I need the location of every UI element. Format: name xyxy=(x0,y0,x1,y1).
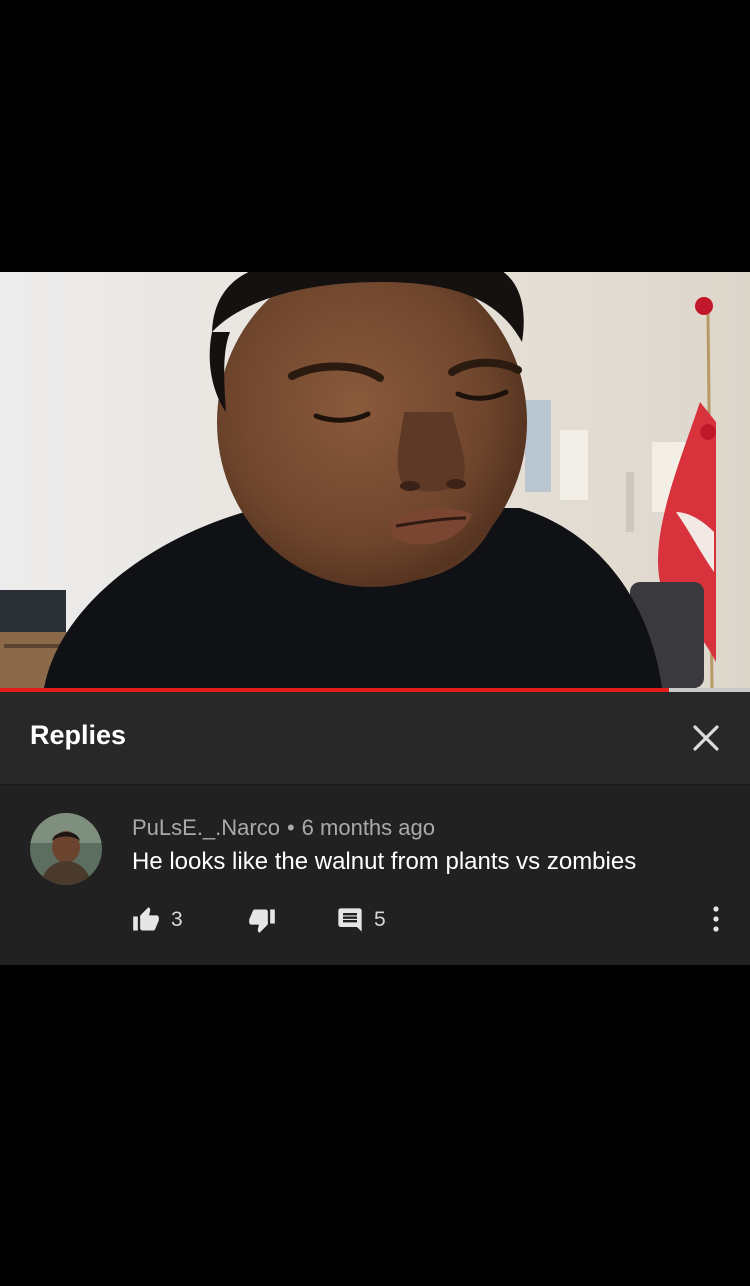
replies-header: Replies xyxy=(0,692,750,785)
close-button[interactable] xyxy=(686,718,726,758)
replies-title: Replies xyxy=(30,720,127,750)
thumb-up-icon xyxy=(133,907,159,931)
thumb-down-icon xyxy=(249,909,275,933)
avatar[interactable] xyxy=(30,813,102,885)
like-count: 3 xyxy=(171,908,183,931)
reply-button[interactable]: 5 xyxy=(336,903,386,937)
comment-author[interactable]: PuLsE._.Narco xyxy=(132,815,280,840)
close-icon xyxy=(693,725,719,751)
more-vert-icon xyxy=(713,906,719,932)
comment-icon xyxy=(338,908,362,932)
video-player[interactable] xyxy=(0,272,750,688)
like-button[interactable]: 3 xyxy=(131,903,183,937)
comment-time: 6 months ago xyxy=(301,815,435,840)
comment-text: He looks like the walnut from plants vs … xyxy=(132,848,637,875)
avatar-image xyxy=(30,813,102,885)
meta-separator: • xyxy=(286,815,295,840)
reply-count: 5 xyxy=(374,908,386,931)
dislike-button[interactable] xyxy=(247,903,277,937)
comment-item: PuLsE._.Narco • 6 months ago He looks like… xyxy=(0,785,750,965)
comment-meta: PuLsE._.Narco • 6 months ago xyxy=(132,815,435,841)
more-options-button[interactable] xyxy=(704,903,728,937)
video-frame xyxy=(0,272,750,688)
comment-actions: 3 5 xyxy=(0,903,750,943)
